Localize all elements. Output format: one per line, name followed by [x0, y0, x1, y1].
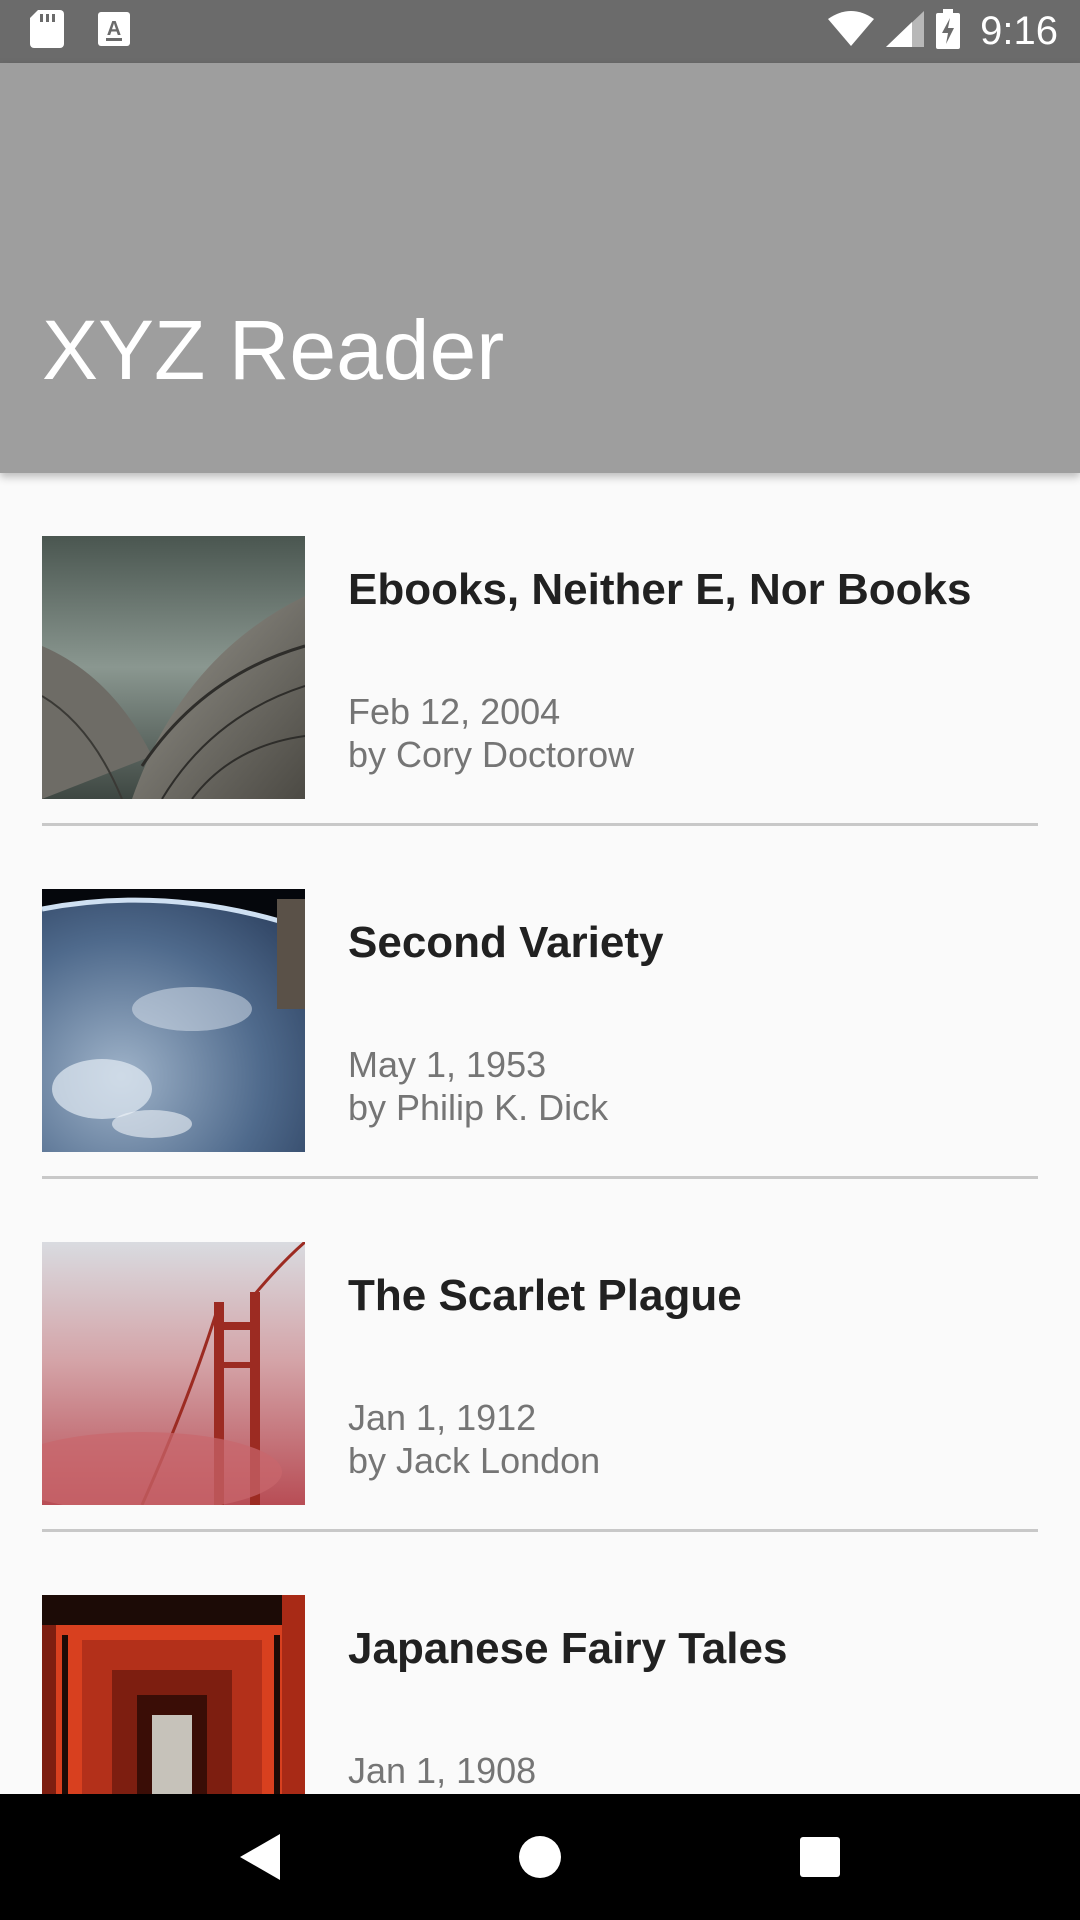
article-title: The Scarlet Plague	[348, 1271, 742, 1320]
wifi-icon	[828, 11, 875, 52]
back-icon[interactable]	[220, 1817, 300, 1897]
app-title: XYZ Reader	[42, 303, 505, 397]
article-list-item[interactable]: Ebooks, Neither E, Nor Books Feb 12, 200…	[0, 473, 1080, 826]
article-date: May 1, 1953	[348, 1044, 547, 1085]
article-thumbnail[interactable]	[42, 1242, 305, 1505]
battery-charging-icon	[936, 9, 961, 54]
article-title: Second Variety	[348, 918, 664, 967]
recents-icon[interactable]	[780, 1817, 860, 1897]
screen: A 9:16 XYZ Reader Ebooks, Neither E, Nor…	[0, 0, 1080, 1920]
keyboard-a-icon: A	[98, 12, 130, 51]
cell-signal-icon	[886, 11, 925, 52]
article-date: Jan 1, 1908	[348, 1750, 537, 1791]
status-time: 9:16	[980, 9, 1058, 53]
article-title: Ebooks, Neither E, Nor Books	[348, 565, 972, 614]
svg-text:A: A	[107, 18, 121, 40]
article-author: by Philip K. Dick	[348, 1087, 609, 1128]
article-date: Feb 12, 2004	[348, 691, 561, 732]
home-icon[interactable]	[500, 1817, 580, 1897]
article-list-item[interactable]: Second Variety May 1, 1953 by Philip K. …	[0, 826, 1080, 1179]
article-author: by Cory Doctorow	[348, 734, 635, 775]
article-list[interactable]: Ebooks, Neither E, Nor Books Feb 12, 200…	[0, 473, 1080, 1885]
navigation-bar	[0, 1794, 1080, 1920]
article-title: Japanese Fairy Tales	[348, 1624, 788, 1673]
article-list-item[interactable]: The Scarlet Plague Jan 1, 1912 by Jack L…	[0, 1179, 1080, 1532]
article-date: Jan 1, 1912	[348, 1397, 537, 1438]
article-author: by Jack London	[348, 1440, 601, 1481]
sd-card-icon	[30, 10, 64, 53]
article-thumbnail[interactable]	[42, 889, 305, 1152]
article-thumbnail[interactable]	[42, 536, 305, 799]
status-bar: A 9:16	[0, 0, 1080, 63]
app-bar: XYZ Reader	[0, 63, 1080, 473]
